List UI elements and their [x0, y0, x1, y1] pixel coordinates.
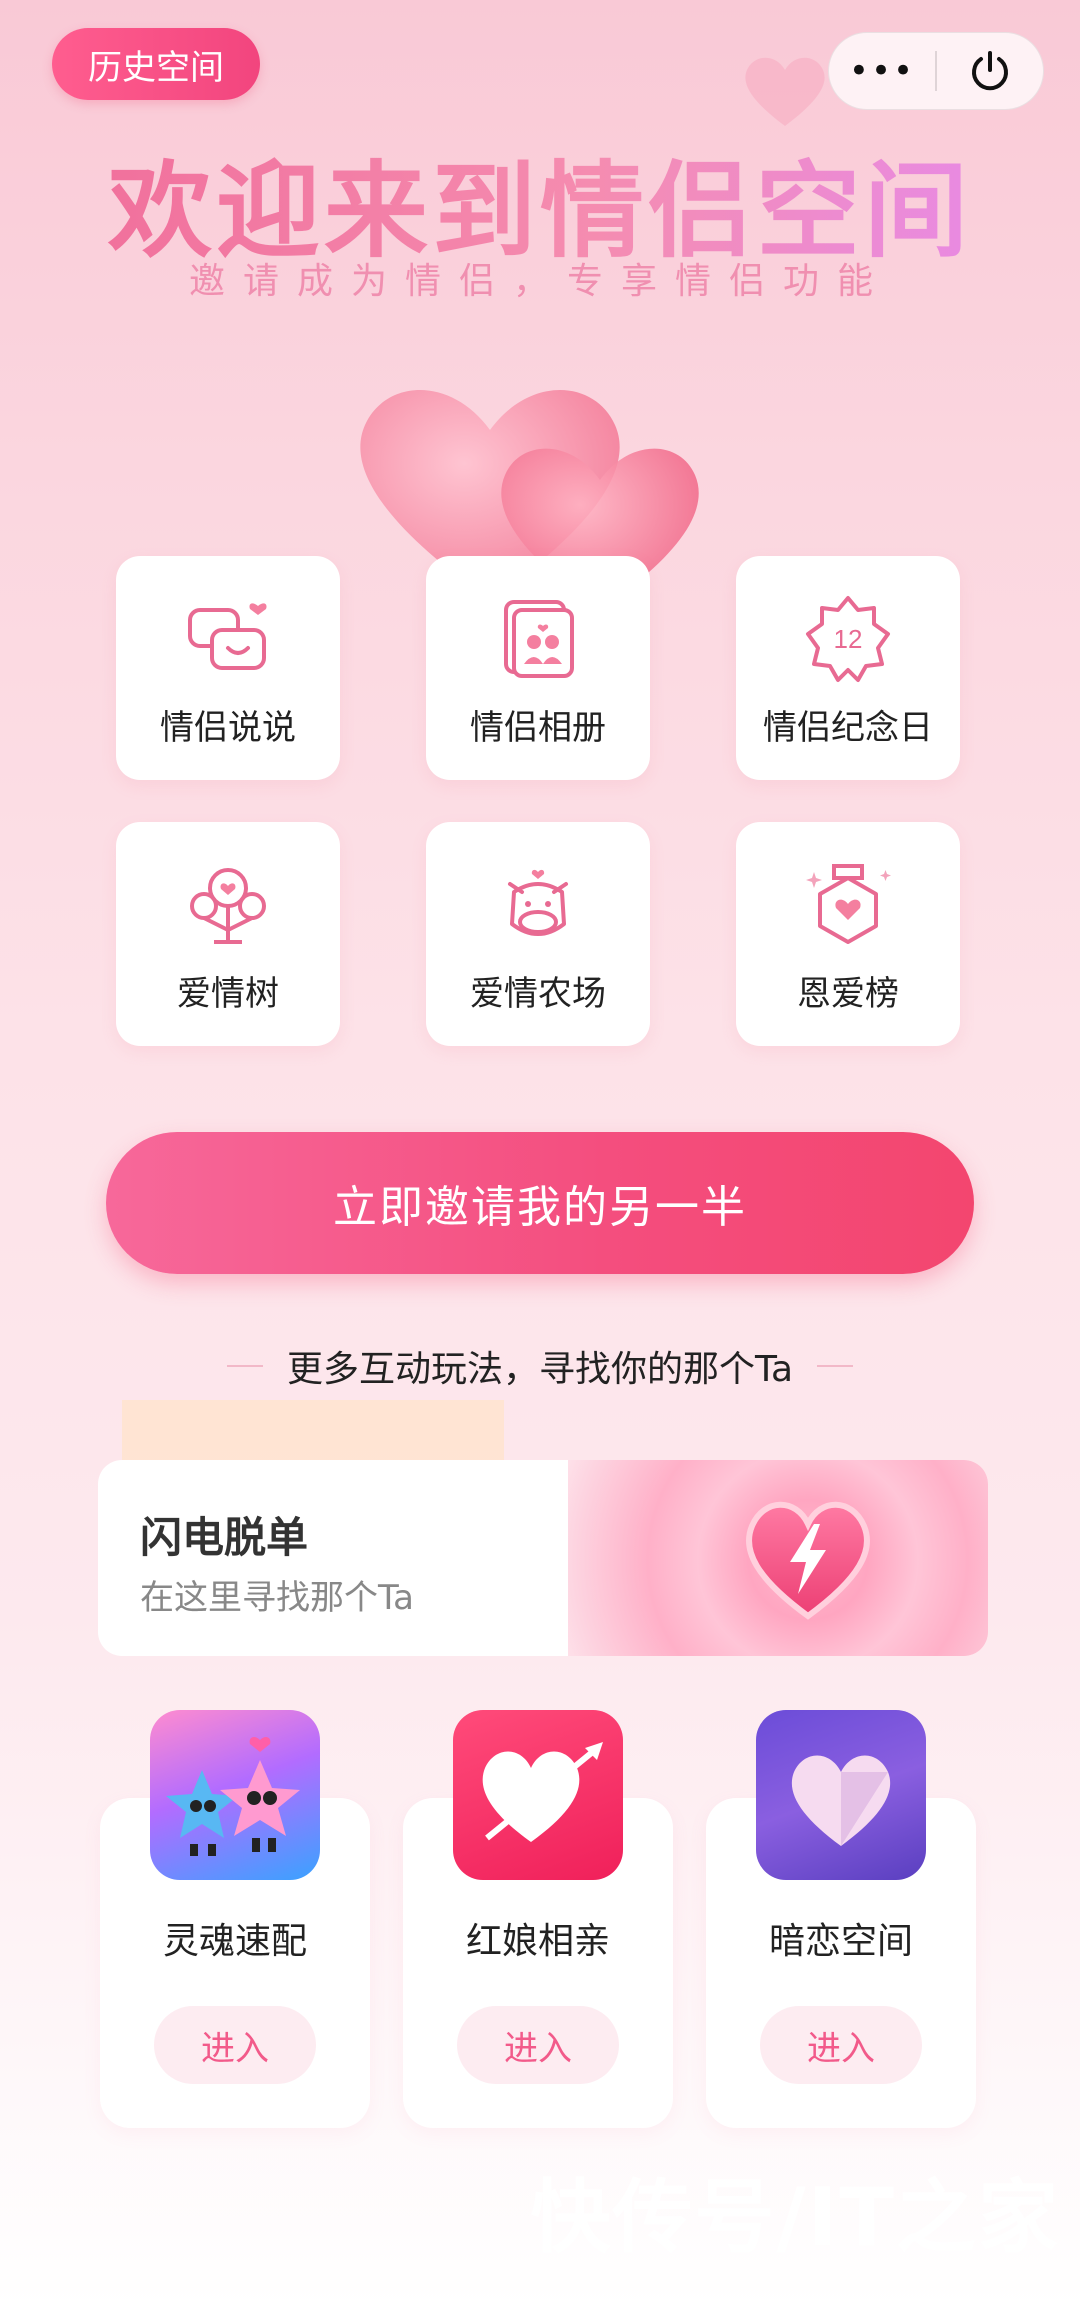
feature-label: 情侣相册 — [470, 708, 606, 748]
feature-label: 爱情农场 — [470, 974, 606, 1014]
medal-icon — [806, 864, 891, 944]
feature-love-ranking[interactable]: 恩爱榜 — [736, 822, 960, 1046]
secret-crush-icon[interactable] — [756, 1710, 926, 1880]
soul-match-icon[interactable] — [150, 1710, 320, 1880]
star-couple-icon — [166, 1737, 300, 1856]
cow-farm-icon — [508, 869, 568, 936]
watermark-text: 快传号/IT之家 — [530, 2171, 1060, 2264]
feature-love-farm[interactable]: 爱情农场 — [426, 822, 650, 1046]
game-name: 灵魂速配 — [162, 1921, 307, 1962]
enter-secret-crush-button[interactable]: 进入 — [760, 2006, 922, 2084]
paper-heart-icon — [791, 1755, 891, 1846]
power-icon — [972, 51, 1008, 91]
divider-dash — [817, 1365, 854, 1367]
feature-label: 情侣纪念日 — [763, 708, 933, 748]
flash-match-banner[interactable]: 闪电脱单 在这里寻找那个Ta — [98, 1460, 988, 1656]
divider-dash — [226, 1365, 263, 1367]
feature-label: 爱情树 — [177, 974, 279, 1014]
badge-number: 12 — [834, 624, 863, 654]
feature-label: 情侣说说 — [160, 708, 296, 748]
matchmaker-icon[interactable] — [453, 1710, 623, 1880]
flash-subtitle: 在这里寻找那个Ta — [140, 1578, 414, 1618]
feature-couple-album[interactable]: 情侣相册 — [426, 556, 650, 780]
game-name: 暗恋空间 — [768, 1921, 913, 1962]
close-button[interactable] — [937, 33, 1043, 109]
arrow-heart-icon — [482, 1742, 603, 1842]
lightning-heart-icon — [746, 1501, 870, 1620]
feature-love-tree[interactable]: 爱情树 — [116, 822, 340, 1046]
feature-anniversary[interactable]: 12 情侣纪念日 — [736, 556, 960, 780]
enter-matchmaker-button[interactable]: 进入 — [457, 2006, 619, 2084]
history-space-button[interactable]: 历史空间 — [52, 28, 260, 100]
chat-bubbles-icon — [188, 603, 267, 670]
photo-album-icon — [504, 600, 574, 678]
flash-title: 闪电脱单 — [140, 1513, 309, 1562]
more-icon: ••• — [848, 51, 916, 91]
anniversary-badge-icon: 12 — [806, 596, 890, 682]
small-heart-decoration — [745, 57, 825, 127]
enter-soul-match-button[interactable]: 进入 — [154, 2006, 316, 2084]
love-tree-icon — [190, 868, 266, 944]
more-menu-button[interactable]: ••• — [829, 33, 935, 109]
page-subtitle: 邀请成为情侣，专享情侣功能 — [188, 261, 891, 302]
more-interactions-heading: 更多互动玩法，寻找你的那个Ta — [0, 1340, 1080, 1392]
feature-couple-posts[interactable]: 情侣说说 — [116, 556, 340, 780]
more-interactions-label: 更多互动玩法，寻找你的那个Ta — [286, 1349, 794, 1390]
feature-label: 恩爱榜 — [797, 974, 899, 1014]
mini-program-capsule: ••• — [828, 32, 1044, 110]
invite-partner-button[interactable]: 立即邀请我的另一半 — [106, 1132, 974, 1274]
game-name: 红娘相亲 — [465, 1921, 610, 1962]
